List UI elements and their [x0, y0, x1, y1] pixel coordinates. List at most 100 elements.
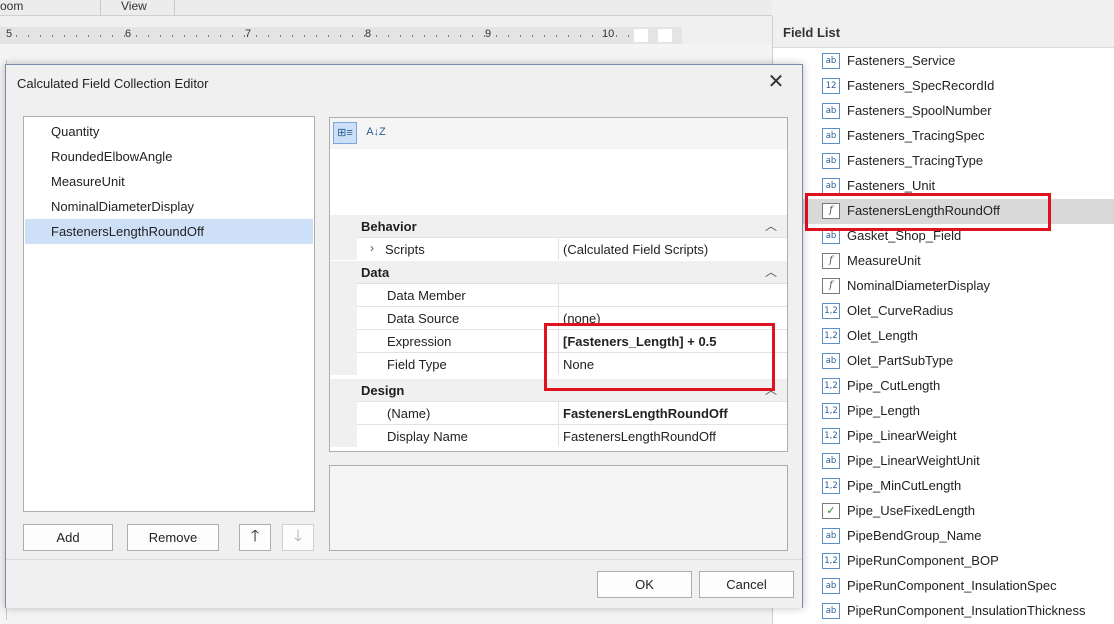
field-list-item[interactable]: ab PipeBendGroup_Name	[773, 524, 1114, 549]
ruler-tick	[112, 35, 113, 37]
calculated-field-icon: f	[822, 278, 840, 294]
field-list-header: Field List	[773, 16, 1114, 48]
ruler-tick	[316, 35, 317, 37]
ruler-tick	[232, 35, 233, 37]
field-list-item[interactable]: f NominalDiameterDisplay	[773, 274, 1114, 299]
decimal-field-icon: 1,2	[822, 303, 840, 319]
string-field-icon: ab	[822, 578, 840, 594]
move-down-icon[interactable]: 🡓	[282, 524, 314, 551]
field-list-item[interactable]: ab Olet_PartSubType	[773, 349, 1114, 374]
field-list-item[interactable]: 1,2 Olet_Length	[773, 324, 1114, 349]
field-list-item-label: Pipe_LinearWeightUnit	[847, 453, 980, 468]
ruler-tick	[568, 35, 569, 37]
property-row[interactable]: › Scripts (Calculated Field Scripts)	[357, 237, 787, 260]
collapse-chevron-icon[interactable]: ︿	[765, 263, 777, 280]
list-item[interactable]: RoundedElbowAngle	[25, 144, 313, 169]
field-list-item[interactable]: ab Fasteners_SpoolNumber	[773, 99, 1114, 124]
string-field-icon: ab	[822, 178, 840, 194]
ruler-tick	[532, 35, 533, 37]
column-divider	[558, 238, 559, 260]
field-list-item[interactable]: 1,2 Pipe_Length	[773, 399, 1114, 424]
ruler-tick	[124, 35, 125, 37]
ruler-tick	[184, 35, 185, 37]
add-button[interactable]: Add	[23, 524, 113, 551]
property-name: Scripts	[385, 242, 425, 257]
category-label: Design	[361, 383, 405, 398]
ruler-tick	[496, 35, 497, 37]
ruler-tick	[448, 35, 449, 37]
list-item[interactable]: Quantity	[25, 119, 313, 144]
field-list-item[interactable]: f MeasureUnit	[773, 249, 1114, 274]
field-list-item-label: Pipe_LinearWeight	[847, 428, 957, 443]
field-list-item-label: Pipe_MinCutLength	[847, 478, 962, 493]
ok-button[interactable]: OK	[597, 571, 692, 598]
menu-item-zoom[interactable]: oom	[0, 0, 23, 16]
ruler-tick	[508, 35, 509, 37]
highlight-annotation-name	[544, 323, 775, 391]
field-list-item[interactable]: 1,2 Pipe_CutLength	[773, 374, 1114, 399]
ruler-tick	[136, 35, 137, 37]
ruler-tick	[304, 35, 305, 37]
property-row[interactable]: Display Name FastenersLengthRoundOff	[357, 424, 787, 447]
category-label: Data	[361, 265, 390, 280]
category-data[interactable]: Data ︿	[330, 261, 787, 283]
close-icon[interactable]: ✕	[764, 71, 788, 95]
move-up-icon[interactable]: 🡑	[239, 524, 271, 551]
field-list-item[interactable]: 1,2 PipeRunComponent_BOP	[773, 549, 1114, 574]
ruler-tick	[64, 35, 65, 37]
list-item[interactable]: MeasureUnit	[25, 169, 313, 194]
field-list-item[interactable]: 1,2 Pipe_MinCutLength	[773, 474, 1114, 499]
ruler-tick	[544, 35, 545, 37]
decimal-field-icon: 1,2	[822, 403, 840, 419]
ruler-tick	[16, 35, 17, 37]
string-field-icon: ab	[822, 453, 840, 469]
field-list-item[interactable]: 1,2 Pipe_LinearWeight	[773, 424, 1114, 449]
calculated-fields-list[interactable]: Quantity RoundedElbowAngle MeasureUnit N…	[23, 116, 315, 512]
field-list-item[interactable]: ab Fasteners_Service	[773, 49, 1114, 74]
property-row[interactable]: Data Member	[357, 283, 787, 306]
ruler-tick	[484, 35, 485, 37]
ruler-tick	[412, 35, 413, 37]
ruler-tick	[376, 35, 377, 37]
decimal-field-icon: 1,2	[822, 328, 840, 344]
categorized-view-icon[interactable]: ⊞≡	[333, 122, 357, 144]
ruler-tick	[556, 35, 557, 37]
ruler-margin-marker	[634, 29, 648, 42]
field-list-item[interactable]: ab Fasteners_TracingSpec	[773, 124, 1114, 149]
integer-field-icon: 12	[822, 78, 840, 94]
menu-item-view[interactable]: View	[121, 0, 147, 16]
field-list-item-label: Pipe_UseFixedLength	[847, 503, 975, 518]
property-name: (Name)	[387, 406, 431, 421]
menu-strip: oom View	[0, 0, 772, 16]
expand-chevron-icon[interactable]: ›	[370, 241, 374, 255]
alphabetical-sort-icon[interactable]: A↓Z	[364, 122, 388, 144]
remove-button[interactable]: Remove	[127, 524, 219, 551]
property-name: Data Source	[387, 311, 460, 326]
field-list-item[interactable]: ab PipeRunComponent_InsulationThickness	[773, 599, 1114, 624]
column-divider	[558, 425, 559, 447]
property-value[interactable]: FastenersLengthRoundOff	[563, 429, 716, 444]
field-list-item[interactable]: ✓ Pipe_UseFixedLength	[773, 499, 1114, 524]
list-item[interactable]: NominalDiameterDisplay	[25, 194, 313, 219]
field-list-item[interactable]: 1,2 Olet_CurveRadius	[773, 299, 1114, 324]
list-item-selected[interactable]: FastenersLengthRoundOff	[25, 219, 313, 244]
ruler-tick	[244, 35, 245, 37]
property-value[interactable]: (Calculated Field Scripts)	[563, 242, 708, 257]
collapse-chevron-icon[interactable]: ︿	[765, 217, 777, 234]
property-value[interactable]: FastenersLengthRoundOff	[563, 406, 728, 421]
ruler-tick	[100, 35, 101, 37]
field-list-item[interactable]: ab Fasteners_TracingType	[773, 149, 1114, 174]
ruler-tick	[208, 35, 209, 37]
field-list-item[interactable]: ab PipeRunComponent_InsulationSpec	[773, 574, 1114, 599]
list-item-label: NominalDiameterDisplay	[51, 199, 195, 214]
property-row[interactable]: (Name) FastenersLengthRoundOff	[357, 401, 787, 424]
string-field-icon: ab	[822, 603, 840, 619]
cancel-button[interactable]: Cancel	[699, 571, 794, 598]
category-behavior[interactable]: Behavior ︿	[330, 215, 787, 237]
string-field-icon: ab	[822, 128, 840, 144]
ruler-number: 9	[485, 28, 492, 40]
property-description-panel	[329, 465, 788, 551]
ruler-tick	[268, 35, 269, 37]
field-list-item[interactable]: ab Pipe_LinearWeightUnit	[773, 449, 1114, 474]
field-list-item[interactable]: 12 Fasteners_SpecRecordId	[773, 74, 1114, 99]
